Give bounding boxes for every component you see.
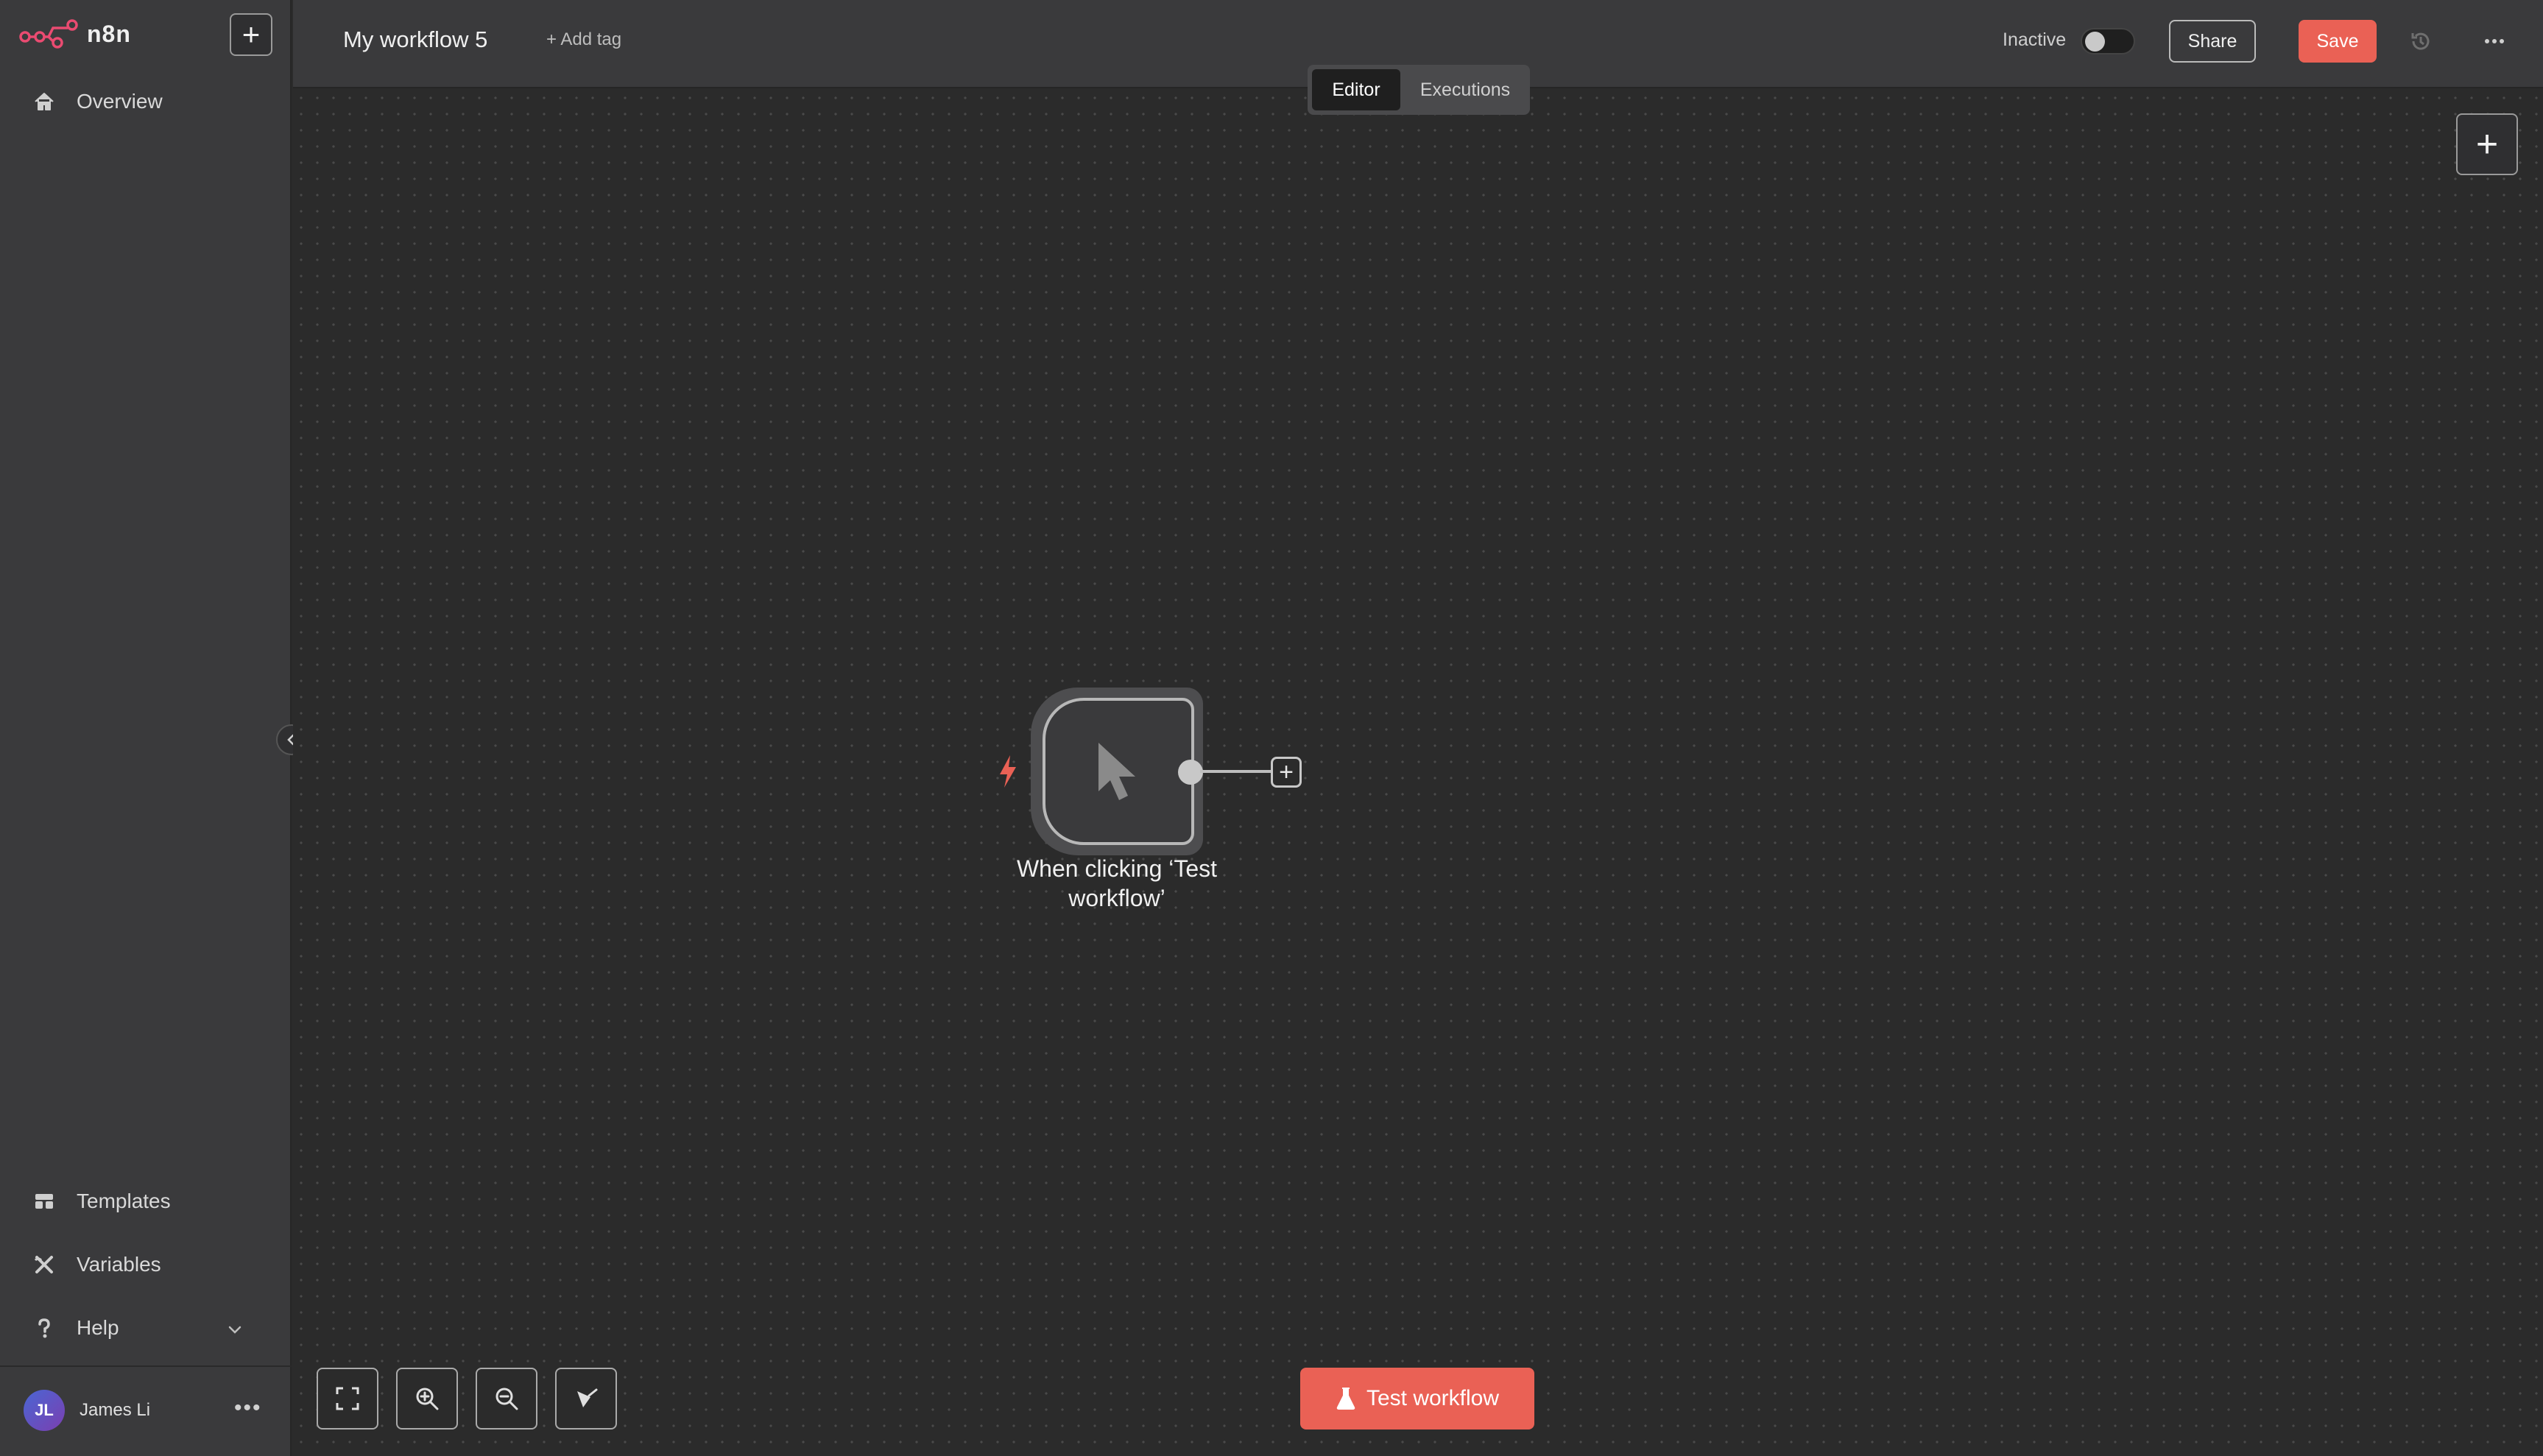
chevron-down-icon[interactable]: [222, 1318, 247, 1343]
workflow-title[interactable]: My workflow 5: [343, 26, 487, 53]
cursor-icon: [1098, 743, 1135, 800]
sidebar-item-help[interactable]: Help: [29, 1307, 119, 1349]
tab-editor[interactable]: Editor: [1312, 69, 1400, 110]
zoom-in-icon: [416, 1388, 439, 1410]
sidebar-item-overview[interactable]: Overview: [29, 81, 163, 122]
tidy-up-button[interactable]: [555, 1368, 617, 1430]
history-icon[interactable]: [2406, 26, 2436, 56]
share-button[interactable]: Share: [2169, 20, 2256, 63]
open-nodes-panel-button[interactable]: +: [2456, 113, 2518, 175]
user-profile[interactable]: JL James Li: [24, 1388, 150, 1432]
plus-icon: +: [2475, 123, 2499, 166]
plus-icon: +: [241, 17, 261, 52]
create-workflow-button[interactable]: +: [230, 13, 272, 56]
zoom-out-button[interactable]: [476, 1368, 537, 1430]
more-options-icon[interactable]: [2478, 26, 2511, 56]
variables-icon: [29, 1250, 59, 1279]
node-connector-line: [1200, 770, 1271, 773]
templates-icon: [29, 1187, 59, 1216]
tab-executions[interactable]: Executions: [1405, 69, 1526, 110]
help-icon: [29, 1313, 59, 1343]
node-label: When clicking ‘Test workflow’: [1016, 855, 1218, 911]
sidebar-item-templates[interactable]: Templates: [29, 1181, 171, 1222]
user-name: James Li: [80, 1400, 151, 1420]
fit-view-icon: [336, 1387, 359, 1410]
add-tag-button[interactable]: + Add tag: [546, 29, 621, 50]
save-button[interactable]: Save: [2299, 20, 2377, 63]
ellipsis-icon: •••: [234, 1396, 262, 1420]
manual-trigger-node[interactable]: [1043, 698, 1194, 845]
n8n-logo-icon: [19, 19, 78, 49]
home-icon: [29, 87, 59, 116]
sidebar-item-label: Overview: [77, 90, 163, 113]
sidebar: n8n + Overview Templates Variables Help …: [0, 0, 292, 1456]
zoom-out-icon: [495, 1388, 518, 1410]
node-output-port[interactable]: [1178, 760, 1203, 785]
plus-icon: +: [1279, 758, 1294, 786]
flask-icon: [1336, 1388, 1355, 1410]
sidebar-divider: [0, 1365, 292, 1367]
sidebar-item-label: Variables: [77, 1253, 161, 1276]
test-workflow-button[interactable]: Test workflow: [1300, 1368, 1534, 1430]
toggle-knob: [2085, 32, 2105, 52]
avatar: JL: [24, 1390, 65, 1431]
zoom-to-fit-button[interactable]: [317, 1368, 378, 1430]
workflow-canvas[interactable]: [293, 90, 2543, 1456]
test-workflow-label: Test workflow: [1366, 1386, 1500, 1410]
activation-toggle[interactable]: [2081, 28, 2135, 54]
add-next-node-button[interactable]: +: [1271, 757, 1302, 788]
n8n-logo[interactable]: n8n: [19, 18, 131, 50]
lightning-icon: [1000, 755, 1016, 788]
broom-icon: [577, 1388, 598, 1407]
zoom-in-button[interactable]: [396, 1368, 458, 1430]
sidebar-item-variables[interactable]: Variables: [29, 1244, 161, 1285]
activation-status-label: Inactive: [2003, 29, 2067, 50]
sidebar-item-label: Templates: [77, 1190, 171, 1212]
sidebar-item-label: Help: [77, 1316, 119, 1339]
view-tabs: Editor Executions: [1308, 65, 1530, 115]
user-menu-button[interactable]: •••: [234, 1396, 262, 1421]
brand-name: n8n: [87, 20, 131, 47]
